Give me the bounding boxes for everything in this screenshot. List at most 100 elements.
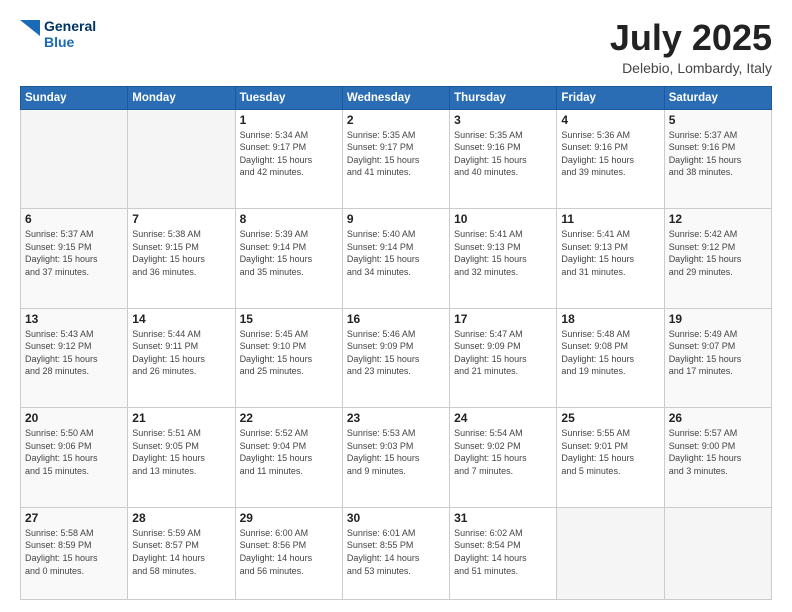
day-info: Sunrise: 5:38 AM Sunset: 9:15 PM Dayligh… [132, 228, 230, 278]
day-number: 21 [132, 411, 230, 425]
day-number: 2 [347, 113, 445, 127]
day-number: 18 [561, 312, 659, 326]
table-row: 25 Sunrise: 5:55 AM Sunset: 9:01 PM Dayli… [557, 408, 664, 508]
table-row: 22 Sunrise: 5:52 AM Sunset: 9:04 PM Dayli… [235, 408, 342, 508]
day-info: Sunrise: 5:44 AM Sunset: 9:11 PM Dayligh… [132, 328, 230, 378]
day-info: Sunrise: 5:51 AM Sunset: 9:05 PM Dayligh… [132, 427, 230, 477]
day-info: Sunrise: 6:02 AM Sunset: 8:54 PM Dayligh… [454, 527, 552, 577]
col-monday: Monday [128, 86, 235, 109]
day-info: Sunrise: 5:40 AM Sunset: 9:14 PM Dayligh… [347, 228, 445, 278]
logo: GeneralBlue [20, 18, 96, 50]
day-number: 1 [240, 113, 338, 127]
table-row: 5 Sunrise: 5:37 AM Sunset: 9:16 PM Daylig… [664, 109, 771, 209]
day-number: 9 [347, 212, 445, 226]
day-info: Sunrise: 5:48 AM Sunset: 9:08 PM Dayligh… [561, 328, 659, 378]
table-row: 6 Sunrise: 5:37 AM Sunset: 9:15 PM Daylig… [21, 209, 128, 309]
day-number: 3 [454, 113, 552, 127]
table-row: 19Sunrise: 5:49 AM Sunset: 9:07 PM Dayli… [664, 308, 771, 408]
table-row: 8 Sunrise: 5:39 AM Sunset: 9:14 PM Daylig… [235, 209, 342, 309]
day-number: 16 [347, 312, 445, 326]
day-info: Sunrise: 5:43 AM Sunset: 9:12 PM Dayligh… [25, 328, 123, 378]
table-row: 4 Sunrise: 5:36 AM Sunset: 9:16 PM Daylig… [557, 109, 664, 209]
day-info: Sunrise: 5:59 AM Sunset: 8:57 PM Dayligh… [132, 527, 230, 577]
table-row: 7Sunrise: 5:38 AM Sunset: 9:15 PM Daylig… [128, 209, 235, 309]
table-row: 20 Sunrise: 5:50 AM Sunset: 9:06 PM Dayli… [21, 408, 128, 508]
table-row: 10 Sunrise: 5:41 AM Sunset: 9:13 PM Dayli… [450, 209, 557, 309]
day-info: Sunrise: 5:42 AM Sunset: 9:12 PM Dayligh… [669, 228, 767, 278]
day-number: 4 [561, 113, 659, 127]
day-number: 8 [240, 212, 338, 226]
day-info: Sunrise: 5:41 AM Sunset: 9:13 PM Dayligh… [454, 228, 552, 278]
day-info: Sunrise: 6:01 AM Sunset: 8:55 PM Dayligh… [347, 527, 445, 577]
location-subtitle: Delebio, Lombardy, Italy [610, 60, 772, 76]
table-row [664, 507, 771, 599]
page-header: GeneralBlue July 2025 Delebio, Lombardy,… [20, 18, 772, 76]
day-number: 20 [25, 411, 123, 425]
month-title: July 2025 [610, 18, 772, 58]
day-info: Sunrise: 5:41 AM Sunset: 9:13 PM Dayligh… [561, 228, 659, 278]
day-info: Sunrise: 5:36 AM Sunset: 9:16 PM Dayligh… [561, 129, 659, 179]
day-number: 31 [454, 511, 552, 525]
table-row: 2 Sunrise: 5:35 AM Sunset: 9:17 PM Daylig… [342, 109, 449, 209]
day-number: 27 [25, 511, 123, 525]
day-number: 23 [347, 411, 445, 425]
day-number: 30 [347, 511, 445, 525]
table-row: 28Sunrise: 5:59 AM Sunset: 8:57 PM Dayli… [128, 507, 235, 599]
table-row: 17 Sunrise: 5:47 AM Sunset: 9:09 PM Dayli… [450, 308, 557, 408]
table-row: 29 Sunrise: 6:00 AM Sunset: 8:56 PM Dayli… [235, 507, 342, 599]
day-number: 26 [669, 411, 767, 425]
day-number: 24 [454, 411, 552, 425]
table-row: 27 Sunrise: 5:58 AM Sunset: 8:59 PM Dayli… [21, 507, 128, 599]
col-thursday: Thursday [450, 86, 557, 109]
table-row [21, 109, 128, 209]
day-info: Sunrise: 6:00 AM Sunset: 8:56 PM Dayligh… [240, 527, 338, 577]
table-row: 13 Sunrise: 5:43 AM Sunset: 9:12 PM Dayli… [21, 308, 128, 408]
day-number: 17 [454, 312, 552, 326]
table-row: 24 Sunrise: 5:54 AM Sunset: 9:02 PM Dayli… [450, 408, 557, 508]
day-number: 13 [25, 312, 123, 326]
calendar-header-row: Sunday Monday Tuesday Wednesday Thursday… [21, 86, 772, 109]
day-number: 15 [240, 312, 338, 326]
day-number: 10 [454, 212, 552, 226]
table-row: 18 Sunrise: 5:48 AM Sunset: 9:08 PM Dayli… [557, 308, 664, 408]
title-block: July 2025 Delebio, Lombardy, Italy [610, 18, 772, 76]
day-number: 29 [240, 511, 338, 525]
col-saturday: Saturday [664, 86, 771, 109]
day-info: Sunrise: 5:58 AM Sunset: 8:59 PM Dayligh… [25, 527, 123, 577]
table-row: 11 Sunrise: 5:41 AM Sunset: 9:13 PM Dayli… [557, 209, 664, 309]
day-number: 6 [25, 212, 123, 226]
table-row: 31 Sunrise: 6:02 AM Sunset: 8:54 PM Dayli… [450, 507, 557, 599]
col-sunday: Sunday [21, 86, 128, 109]
day-info: Sunrise: 5:50 AM Sunset: 9:06 PM Dayligh… [25, 427, 123, 477]
day-info: Sunrise: 5:35 AM Sunset: 9:17 PM Dayligh… [347, 129, 445, 179]
day-number: 22 [240, 411, 338, 425]
table-row: 12 Sunrise: 5:42 AM Sunset: 9:12 PM Dayli… [664, 209, 771, 309]
day-info: Sunrise: 5:52 AM Sunset: 9:04 PM Dayligh… [240, 427, 338, 477]
table-row: 21 Sunrise: 5:51 AM Sunset: 9:05 PM Dayli… [128, 408, 235, 508]
table-row: 15Sunrise: 5:45 AM Sunset: 9:10 PM Dayli… [235, 308, 342, 408]
table-row: 16 Sunrise: 5:46 AM Sunset: 9:09 PM Dayli… [342, 308, 449, 408]
table-row [128, 109, 235, 209]
day-info: Sunrise: 5:39 AM Sunset: 9:14 PM Dayligh… [240, 228, 338, 278]
day-info: Sunrise: 5:55 AM Sunset: 9:01 PM Dayligh… [561, 427, 659, 477]
day-info: Sunrise: 5:46 AM Sunset: 9:09 PM Dayligh… [347, 328, 445, 378]
day-info: Sunrise: 5:53 AM Sunset: 9:03 PM Dayligh… [347, 427, 445, 477]
day-info: Sunrise: 5:37 AM Sunset: 9:16 PM Dayligh… [669, 129, 767, 179]
table-row: 9 Sunrise: 5:40 AM Sunset: 9:14 PM Daylig… [342, 209, 449, 309]
day-number: 5 [669, 113, 767, 127]
table-row: 26Sunrise: 5:57 AM Sunset: 9:00 PM Dayli… [664, 408, 771, 508]
day-info: Sunrise: 5:37 AM Sunset: 9:15 PM Dayligh… [25, 228, 123, 278]
table-row: 3Sunrise: 5:35 AM Sunset: 9:16 PM Daylig… [450, 109, 557, 209]
day-number: 14 [132, 312, 230, 326]
table-row: 14 Sunrise: 5:44 AM Sunset: 9:11 PM Dayli… [128, 308, 235, 408]
day-number: 12 [669, 212, 767, 226]
day-info: Sunrise: 5:54 AM Sunset: 9:02 PM Dayligh… [454, 427, 552, 477]
day-info: Sunrise: 5:47 AM Sunset: 9:09 PM Dayligh… [454, 328, 552, 378]
day-number: 11 [561, 212, 659, 226]
table-row: 23 Sunrise: 5:53 AM Sunset: 9:03 PM Dayli… [342, 408, 449, 508]
calendar-table: Sunday Monday Tuesday Wednesday Thursday… [20, 86, 772, 600]
col-friday: Friday [557, 86, 664, 109]
table-row: 1Sunrise: 5:34 AM Sunset: 9:17 PM Daylig… [235, 109, 342, 209]
day-number: 25 [561, 411, 659, 425]
day-info: Sunrise: 5:49 AM Sunset: 9:07 PM Dayligh… [669, 328, 767, 378]
